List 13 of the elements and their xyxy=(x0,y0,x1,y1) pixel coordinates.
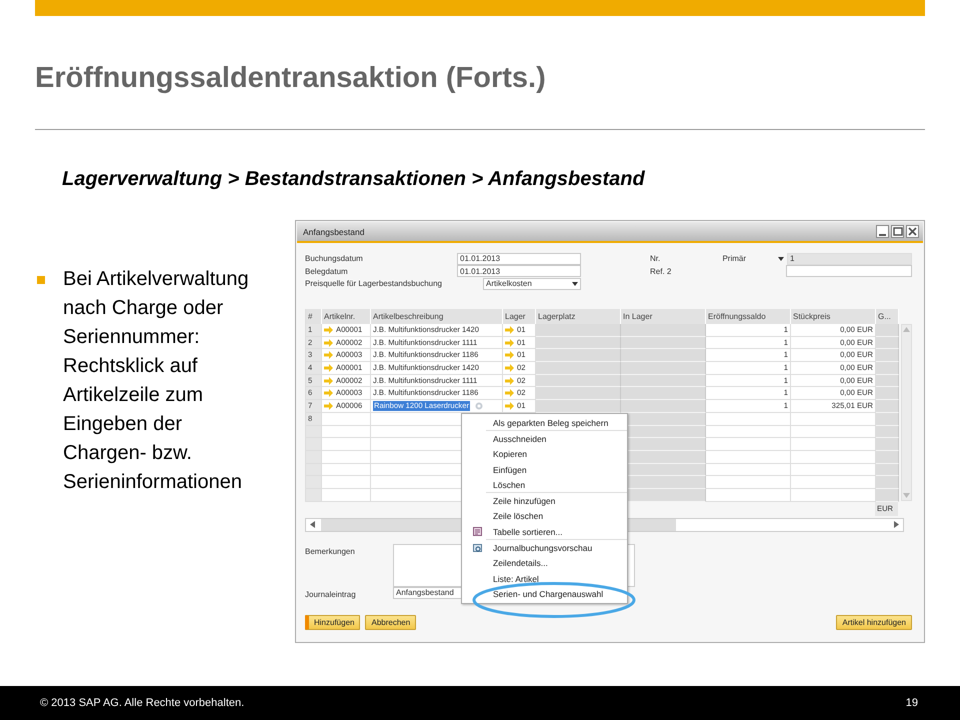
bullet-text: Bei Artikelverwaltung nach Charge oder Seriennummer: Rechtsklick auf Artikelzeile zum Eingeben der Chargen- bzw. Serieninformationen xyxy=(63,267,250,495)
field-label: Bemerkungen xyxy=(305,546,356,558)
slide-title: Eröffnungssaldentransaktion (Forts.) xyxy=(35,61,547,96)
field-label: Journaleintrag xyxy=(305,588,357,599)
copyright: © 2013 SAP AG. Alle Rechte vorbehalten. xyxy=(40,697,244,709)
page-number: 19 xyxy=(906,697,918,709)
field-label: Ref. 2 xyxy=(650,266,672,276)
field-label: Belegdatum xyxy=(305,266,349,276)
window-title: Anfangsbestand xyxy=(303,226,364,236)
field-label: Preisquelle für Lagerbestandsbuchung xyxy=(305,279,443,288)
breadcrumb: Lagerverwaltung > Bestandstransaktionen > Anfangsbestand xyxy=(62,167,646,191)
field-label: Buchungsdatum xyxy=(305,254,364,264)
field-label: Nr. xyxy=(650,254,662,264)
